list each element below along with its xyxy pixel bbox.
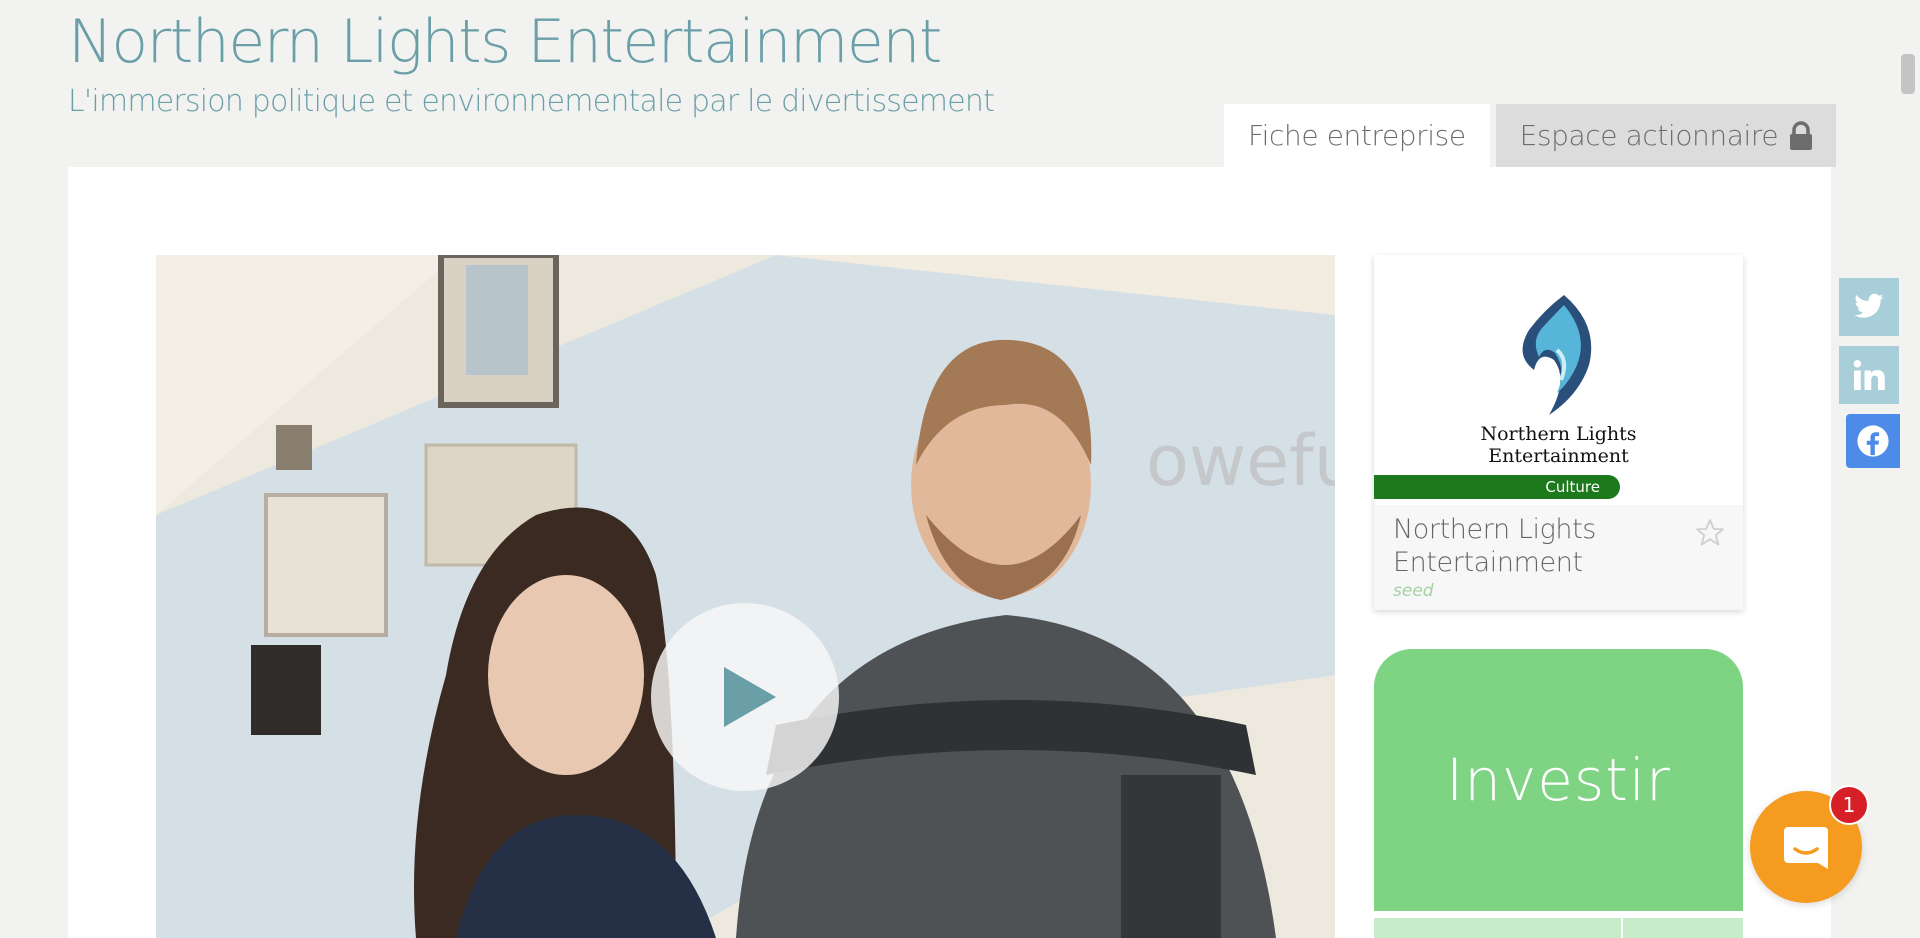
site-title: Northern Lights Entertainment — [68, 7, 942, 77]
scrollbar-thumb[interactable] — [1901, 54, 1915, 94]
video-player[interactable]: owefu — [156, 255, 1335, 938]
company-card[interactable]: Northern Lights Entertainment Culture No… — [1374, 255, 1743, 610]
chat-icon — [1784, 827, 1828, 869]
ticket-info-row — [1374, 918, 1743, 938]
company-card-footer: Northern Lights Entertainment seed — [1374, 505, 1743, 610]
video-play-button[interactable] — [651, 603, 839, 791]
video-thumbnail: owefu — [156, 255, 1335, 938]
twitter-icon — [1854, 293, 1884, 318]
site-subtitle: L'immersion politique et environnemental… — [68, 84, 995, 119]
chat-unread-badge: 1 — [1829, 785, 1869, 825]
category-badge: Culture — [1374, 475, 1620, 499]
lock-icon — [1790, 120, 1813, 150]
twitter-share-button[interactable] — [1839, 278, 1899, 336]
invest-button[interactable]: Investir — [1374, 649, 1743, 911]
ticket-value-cell — [1623, 918, 1743, 938]
linkedin-icon — [1853, 360, 1885, 390]
company-name: Northern Lights Entertainment — [1393, 514, 1596, 578]
linkedin-share-button[interactable] — [1839, 346, 1899, 404]
star-outline-icon[interactable] — [1694, 517, 1726, 549]
company-stage: seed — [1393, 581, 1434, 601]
northern-lights-logo-icon — [1522, 295, 1592, 415]
facebook-icon — [1857, 425, 1889, 457]
tab-company-profile[interactable]: Fiche entreprise — [1224, 104, 1490, 167]
tab-shareholder-space-label: Espace actionnaire — [1519, 119, 1779, 152]
svg-text:owefu: owefu — [1146, 420, 1335, 502]
page-tabs: Fiche entreprise Espace actionnaire — [1224, 104, 1837, 167]
logo-text-line2: Entertainment — [1488, 445, 1629, 467]
tab-company-profile-label: Fiche entreprise — [1248, 119, 1466, 152]
company-logo: Northern Lights Entertainment Culture — [1374, 255, 1743, 505]
ticket-label-cell — [1374, 918, 1623, 938]
logo-text-line1: Northern Lights — [1480, 423, 1637, 445]
facebook-share-button[interactable] — [1846, 414, 1900, 468]
tab-shareholder-space[interactable]: Espace actionnaire — [1495, 104, 1837, 167]
play-icon — [724, 667, 776, 727]
